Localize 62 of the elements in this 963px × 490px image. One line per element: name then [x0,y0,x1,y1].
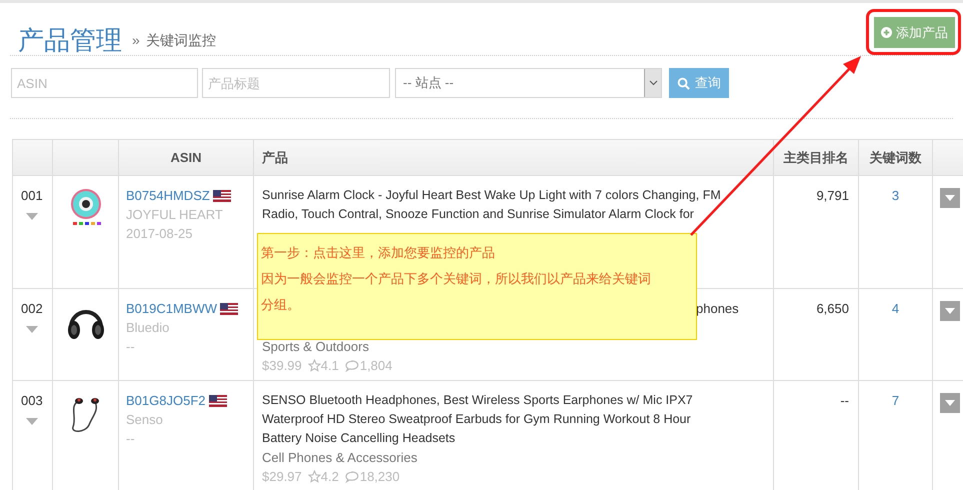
callout-text: 因为一般会监控一个产品下多个关键词，所以我们以产品来给关键词分组。 [261,270,652,314]
brand-name: JOYFUL HEART [126,206,223,224]
date-text: 2017-08-25 [126,225,192,243]
search-button[interactable]: 查询 [669,68,729,98]
row-number: 001 [21,187,44,205]
asin-link[interactable]: B01G8JO5F2 [126,391,206,410]
date-text: -- [126,430,135,448]
caret-down-icon [945,195,955,201]
product-title: SENSO Bluetooth Headphones, Best Wireless Sports Earphones w/ Mic IPX7 Waterproof HD Stereo Sweatproof Earbuds for Gym Running Workout 8 Hour Battery Noise Cancelling Headsets [262,392,694,447]
caret-down-icon [945,400,955,406]
site-select[interactable]: -- 站点 -- [395,68,662,98]
rating-text: 4.2 [320,468,339,486]
brand-name: Bluedio [126,319,170,337]
dropdown-button[interactable] [940,301,960,321]
column-header: 主类目排名 [784,150,848,165]
star-icon [308,359,321,372]
star-icon [308,470,321,483]
asin-link[interactable]: B019C1MBWW [126,299,218,318]
callout-text: 第一步：点击这里，添加您要监控的产品 [261,244,496,262]
expand-caret-icon[interactable] [26,212,38,220]
date-text: -- [126,338,135,356]
keyword-count-link[interactable]: 3 [892,188,900,203]
review-count: 18,230 [360,468,400,486]
page-title: 产品管理 [18,25,122,55]
expand-caret-icon[interactable] [26,418,38,424]
column-header: 产品 [262,150,288,165]
row-number: 003 [21,392,44,410]
price-text: $29.97 [262,468,302,486]
product-title: Sunrise Alarm Clock - Joyful Heart Best Wake Up Light with 7 colors Changing, FM Radio, Touch Contral, Snooze Function and Sunrise Simulator Alarm Clock for [262,187,722,223]
category-text: Cell Phones & Accessories [262,449,418,467]
rank-value: 9,791 [816,188,849,203]
caret-down-icon [945,308,955,314]
asin-field[interactable]: ASIN [11,68,198,98]
comment-icon [344,470,359,482]
rank-value: 6,650 [816,301,849,316]
flag-icon [212,190,231,202]
plus-circle-icon [881,27,892,38]
add-product-button[interactable]: 添加产品 [874,17,955,48]
dropdown-button[interactable] [940,393,960,413]
column-header: 关键词数 [870,150,922,165]
keyword-count-link[interactable]: 7 [892,393,900,408]
row-number: 002 [21,300,44,318]
keyword-count-link[interactable]: 4 [892,301,900,316]
title-field[interactable]: 产品标题 [202,68,390,98]
review-count: 1,804 [360,357,392,375]
category-text: Sports & Outdoors [262,338,369,356]
breadcrumb-separator: » [132,31,140,50]
page-subtitle: 关键词监控 [146,31,216,50]
asin-link[interactable]: B0754HMDSZ [126,186,210,205]
flag-icon [208,394,226,406]
dropdown-button[interactable] [940,188,960,208]
column-header: ASIN [170,150,202,165]
rank-value: -- [840,393,849,408]
rating-text: 4.1 [320,357,339,375]
brand-name: Senso [126,411,163,429]
expand-caret-icon[interactable] [26,326,38,332]
flag-icon [220,302,238,314]
search-icon [677,76,690,90]
chevron-down-icon [648,80,658,86]
comment-icon [344,360,359,372]
price-text: $39.99 [262,357,302,375]
product-title: phones [696,300,739,318]
